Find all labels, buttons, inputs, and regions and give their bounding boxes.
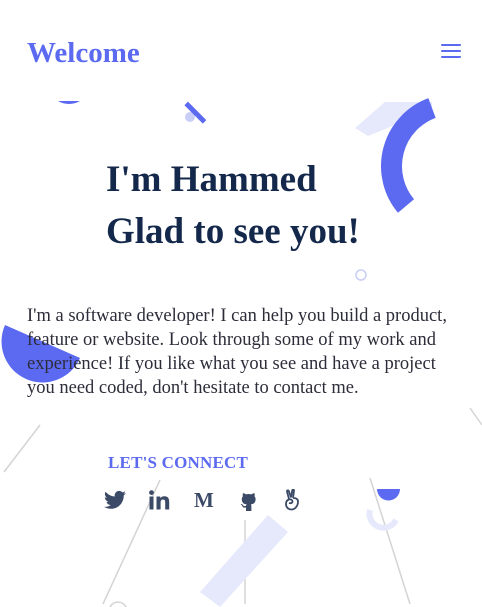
menu-bar (441, 50, 461, 52)
intro-paragraph: I'm a software developer! I can help you… (27, 306, 447, 398)
deco-line-right2 (469, 407, 482, 426)
angellist-link[interactable] (284, 486, 329, 514)
hamburger-menu-icon[interactable] (441, 42, 461, 60)
hero-heading: I'm Hammed Glad to see you! (106, 154, 360, 258)
linkedin-icon (149, 490, 170, 510)
twitter-link[interactable] (104, 486, 149, 514)
deco-arc-right (381, 98, 437, 213)
menu-bar (441, 56, 461, 58)
social-links: M (104, 486, 329, 514)
deco-ring-bottom (109, 601, 127, 607)
linkedin-link[interactable] (149, 486, 194, 514)
deco-half-disc-top (58, 101, 80, 104)
hero-line-2: Glad to see you! (106, 211, 360, 252)
medium-link[interactable]: M (194, 486, 239, 514)
hero-line-1: I'm Hammed (106, 159, 317, 200)
deco-ring (355, 269, 367, 281)
twitter-icon (104, 490, 126, 509)
menu-bar (441, 44, 461, 46)
github-link[interactable] (239, 486, 284, 514)
site-header: Welcome (0, 0, 482, 100)
medium-icon: M (194, 488, 214, 512)
connect-heading: LET'S CONNECT (108, 453, 249, 472)
deco-half-disc-right (377, 489, 400, 501)
brand-title[interactable]: Welcome (27, 34, 140, 72)
deco-light-band-bottom (200, 515, 288, 607)
deco-line-left (3, 424, 41, 473)
github-icon (240, 493, 256, 511)
angellist-icon (285, 489, 299, 511)
